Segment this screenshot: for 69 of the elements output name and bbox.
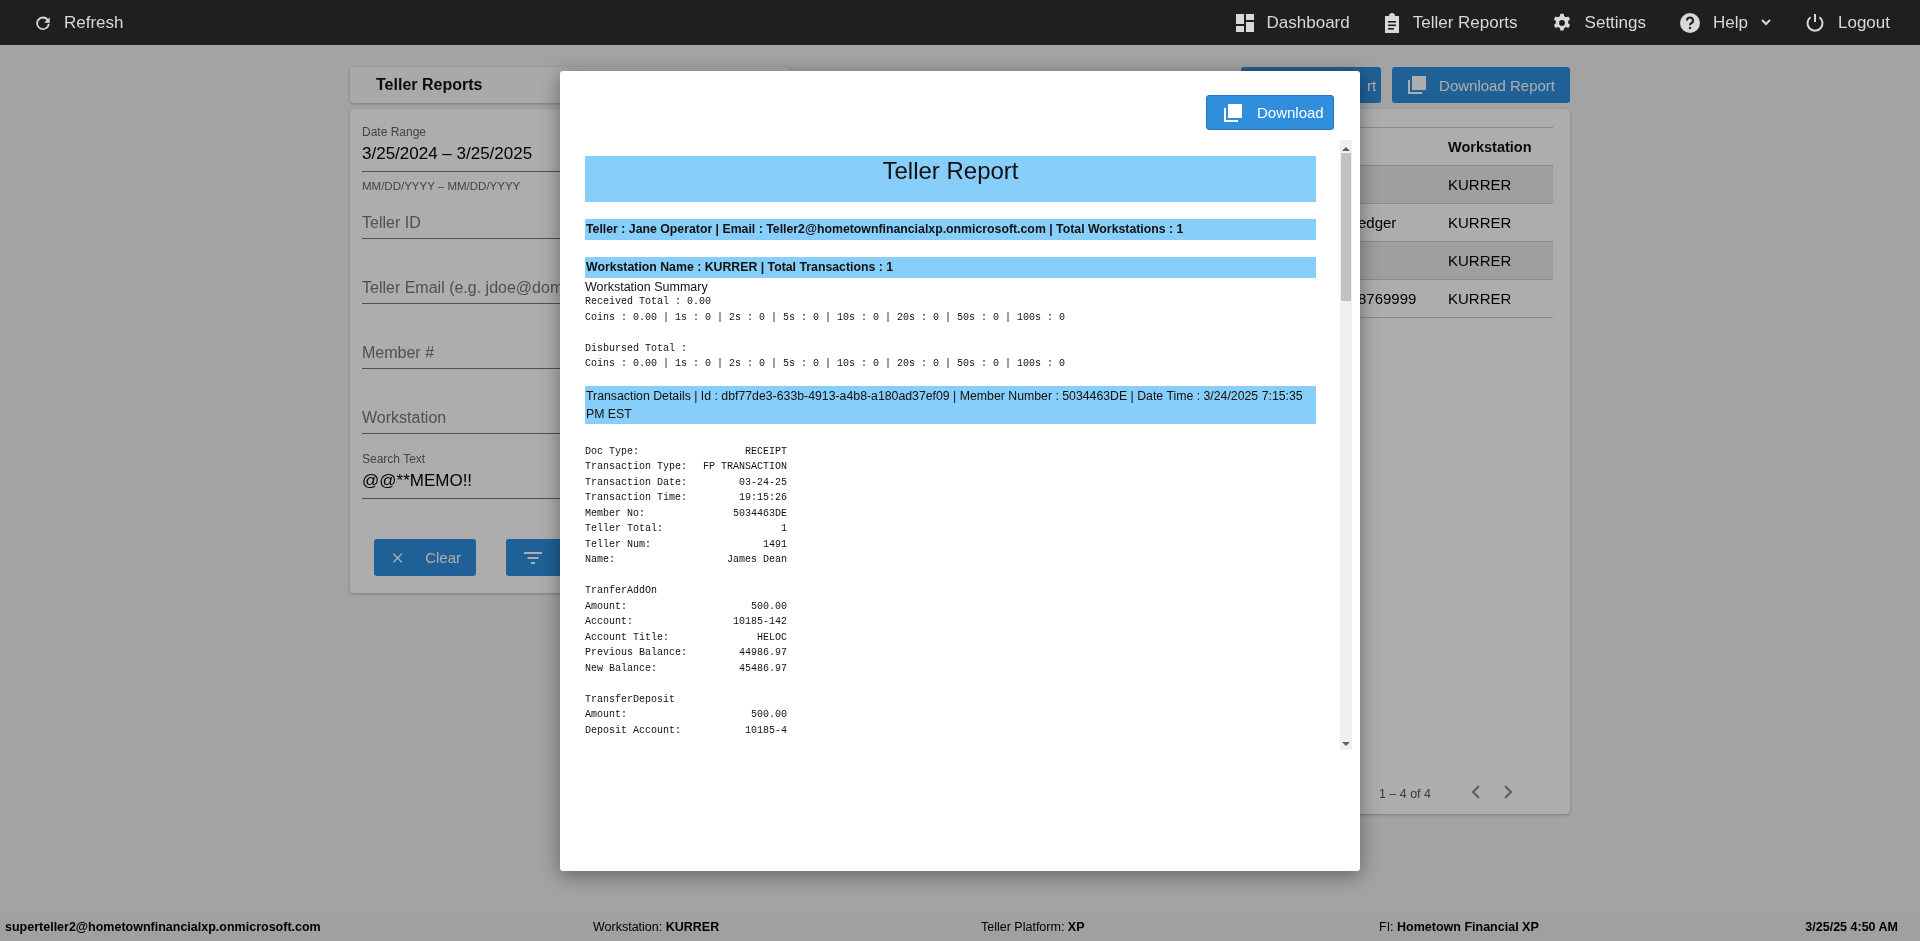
nav-link[interactable]: Settings bbox=[1551, 7, 1647, 38]
receipt-value: 500.00 bbox=[751, 708, 787, 722]
receipt-label: Previous Balance: bbox=[585, 646, 688, 660]
receipt-value: FP TRANSACTION bbox=[703, 460, 787, 474]
format-hint: MM/DD/YYYY – MM/DD/YYYY bbox=[362, 180, 522, 192]
receipt-value: 1 bbox=[781, 522, 787, 536]
receipt-label: Member No: bbox=[585, 506, 645, 521]
section-heading: TransferDeposit bbox=[585, 692, 676, 707]
page-range: 1 – 4 of 4 bbox=[1378, 786, 1431, 801]
report-title: Teller Report bbox=[585, 156, 1316, 202]
receipt-value: 10185-142 bbox=[733, 615, 787, 629]
column-header: Workstation bbox=[1448, 138, 1532, 155]
receipt-label: Amount: bbox=[585, 708, 627, 722]
help-icon bbox=[1680, 12, 1701, 33]
table-cell: KURRER bbox=[1448, 176, 1512, 193]
receipt-label: Amount: bbox=[585, 599, 627, 614]
receipt-label: Doc Type: bbox=[585, 444, 639, 459]
dashboard-icon bbox=[1235, 13, 1254, 32]
filter-icon bbox=[524, 551, 542, 564]
receipt-label: Name: bbox=[585, 553, 615, 567]
refresh-button[interactable]: Refresh bbox=[34, 7, 124, 38]
receipt-label: Teller Num: bbox=[585, 537, 651, 552]
receipt-value: 44986.97 bbox=[739, 646, 787, 660]
summary-line: Coins : 0.00 | 1s : 0 | 2s : 0 | 5s : 0 | 10s : 0 | 20s : 0 | 50s : 0 | 100s : 0 bbox=[585, 310, 1067, 325]
table-cell: KURRER bbox=[1448, 290, 1512, 307]
receipt-value: 03-24-25 bbox=[739, 475, 787, 490]
receipt-label: Teller Total: bbox=[585, 522, 663, 536]
clipboard-icon bbox=[1383, 12, 1400, 33]
table-cell: KURRER bbox=[1448, 252, 1512, 269]
nav-link[interactable]: Teller Reports bbox=[1383, 7, 1518, 38]
summary-line: Disbursed Total : bbox=[585, 341, 689, 356]
receipt-value: 5034463DE bbox=[733, 506, 787, 521]
receipt-value: 19:15:26 bbox=[739, 491, 787, 505]
receipt-value: 45486.97 bbox=[739, 661, 787, 676]
table-cell: 8769999 bbox=[1358, 290, 1417, 307]
table-cell: edger bbox=[1358, 214, 1397, 231]
summary-title: Workstation Summary bbox=[585, 280, 709, 294]
user-email: superteller2@hometownfinancialxp.onmicrosoft.com bbox=[5, 920, 322, 934]
status-item: Teller Platform: XP bbox=[981, 920, 1086, 934]
nav-link[interactable]: Dashboard bbox=[1235, 7, 1350, 38]
chevron-right-icon bbox=[1504, 785, 1513, 799]
receipt-label: Account Title: bbox=[585, 630, 669, 645]
receipt-label: Deposit Account: bbox=[585, 723, 681, 738]
receipt-value: 500.00 bbox=[751, 599, 787, 614]
receipt-label: Account: bbox=[585, 615, 633, 629]
receipt-label: New Balance: bbox=[585, 661, 657, 676]
receipt-value: 1491 bbox=[763, 537, 787, 552]
summary-line: Received Total : 0.00 bbox=[585, 295, 713, 309]
status-item: FI: Hometown Financial XP bbox=[1379, 920, 1540, 934]
status-item: Workstation: KURRER bbox=[593, 920, 721, 934]
nav-link[interactable]: Help bbox=[1680, 7, 1771, 38]
date-time: 3/25/25 4:50 AM bbox=[1805, 920, 1898, 934]
refresh-icon bbox=[34, 13, 52, 32]
section-heading: TranferAddOn bbox=[585, 584, 658, 598]
power-icon bbox=[1805, 12, 1825, 33]
chevron-down-icon bbox=[1761, 19, 1771, 26]
receipt-label: Transaction Type: bbox=[585, 460, 688, 474]
summary-line: Coins : 0.00 | 1s : 0 | 2s : 0 | 5s : 0 | 10s : 0 | 20s : 0 | 50s : 0 | 100s : 0 bbox=[585, 357, 1067, 371]
nav-link[interactable]: Logout bbox=[1805, 7, 1890, 38]
receipt-label: Transaction Time: bbox=[585, 491, 688, 505]
settings-icon bbox=[1551, 12, 1572, 33]
receipt-value: 10185-4 bbox=[745, 723, 787, 738]
receipt-value: HELOC bbox=[757, 630, 787, 645]
receipt-label: Transaction Date: bbox=[585, 475, 688, 490]
scrollbar[interactable] bbox=[1340, 140, 1352, 750]
table-cell: KURRER bbox=[1448, 214, 1512, 231]
chevron-left-icon bbox=[1471, 785, 1480, 799]
receipt-value: RECEIPT bbox=[745, 444, 787, 459]
receipt-value: James Dean bbox=[727, 553, 787, 567]
